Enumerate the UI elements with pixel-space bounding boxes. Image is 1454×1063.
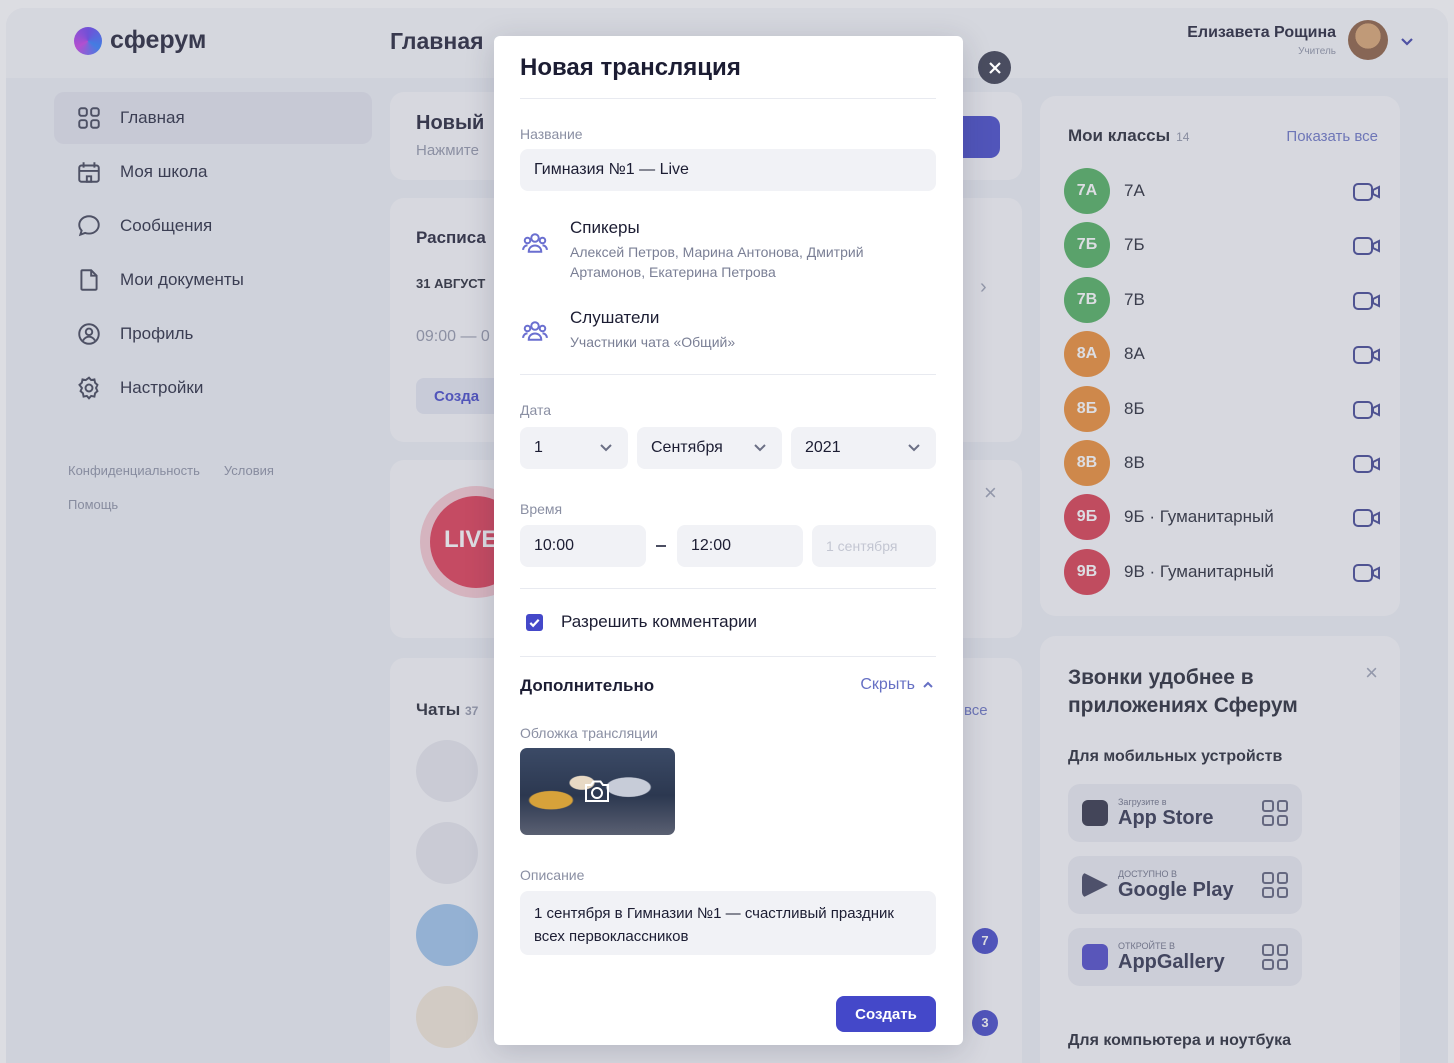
new-broadcast-modal: Новая трансляция Название Гимназия №1 — … [494, 36, 963, 1045]
listeners-title: Слушатели [570, 308, 660, 327]
month-value: Сентября [651, 439, 723, 456]
month-select[interactable]: Сентября [637, 427, 782, 469]
broadcast-name-input[interactable]: Гимназия №1 — Live [520, 149, 936, 191]
speakers-list: Алексей Петров, Марина Антонова, Дмитрий… [570, 244, 864, 280]
allow-comments-label[interactable]: Разрешить комментарии [561, 612, 757, 632]
divider [520, 98, 936, 99]
divider [520, 588, 936, 589]
camera-icon [582, 777, 612, 805]
listeners-row[interactable]: Слушатели Участники чата «Общий» [520, 308, 936, 358]
speakers-row[interactable]: Спикеры Алексей Петров, Марина Антонова,… [520, 218, 936, 280]
year-value: 2021 [805, 439, 841, 456]
allow-comments-checkbox[interactable] [526, 614, 543, 631]
speakers-title: Спикеры [570, 218, 640, 237]
time-range-dash [656, 545, 666, 547]
listeners-value: Участники чата «Общий» [570, 334, 736, 350]
cover-image-upload[interactable] [520, 748, 675, 835]
time-from-input[interactable]: 10:00 [520, 525, 646, 567]
day-select[interactable]: 1 [520, 427, 628, 469]
date-label: Дата [520, 402, 552, 418]
description-label: Описание [520, 867, 585, 883]
cover-label: Обложка трансляции [520, 725, 658, 741]
divider [520, 374, 936, 375]
time-to-input[interactable]: 12:00 [677, 525, 803, 567]
modal-title: Новая трансляция [520, 54, 741, 81]
name-label: Название [520, 126, 583, 142]
close-icon [988, 61, 1001, 74]
day-value: 1 [534, 439, 543, 456]
people-group-icon [520, 228, 550, 258]
chevron-down-icon [752, 439, 768, 460]
chevron-down-icon [906, 439, 922, 460]
chevron-down-icon [598, 439, 614, 460]
create-button[interactable]: Создать [836, 996, 936, 1032]
end-date-field: 1 сентября [812, 525, 936, 567]
check-icon [529, 618, 540, 628]
people-group-icon [520, 316, 550, 346]
year-select[interactable]: 2021 [791, 427, 936, 469]
time-label: Время [520, 501, 563, 517]
chevron-up-icon [923, 681, 933, 688]
additional-section-title: Дополнительно [520, 676, 655, 695]
hide-label: Скрыть [860, 676, 915, 693]
divider [520, 656, 936, 657]
description-textarea[interactable]: 1 сентября в Гимназии №1 — счастливый пр… [520, 891, 936, 955]
hide-additional-button[interactable]: Скрыть [860, 676, 935, 694]
close-modal-button[interactable] [978, 51, 1011, 84]
